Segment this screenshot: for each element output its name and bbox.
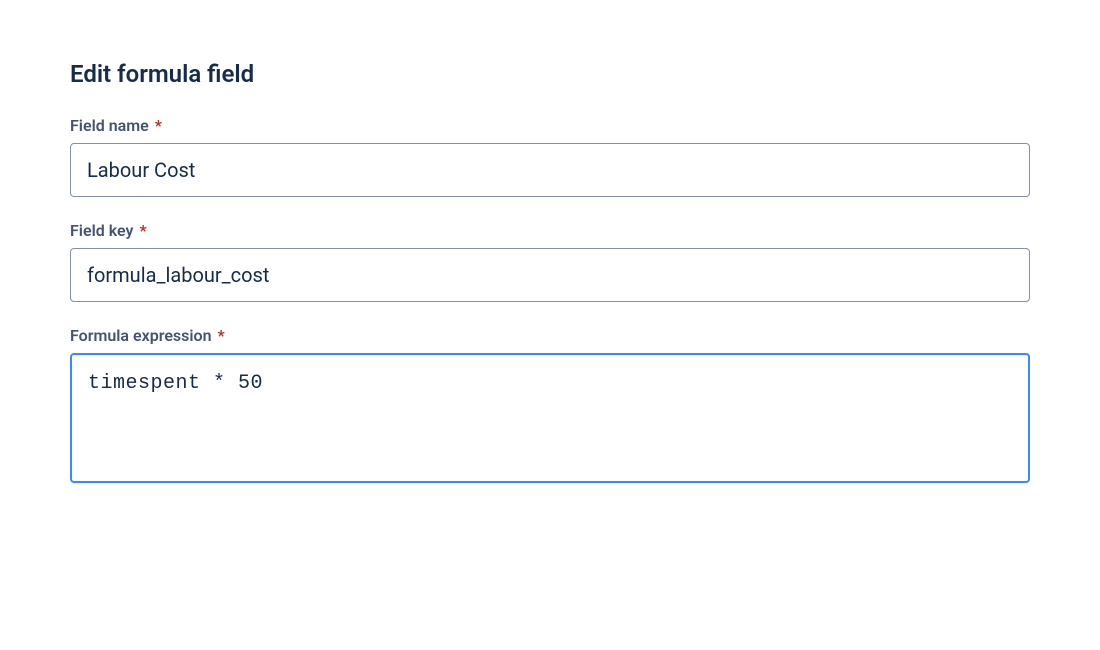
- required-asterisk: *: [218, 326, 225, 345]
- field-name-label: Field name *: [70, 116, 1030, 135]
- field-name-group: Field name *: [70, 116, 1030, 197]
- formula-expression-label-text: Formula expression: [70, 326, 212, 345]
- page-title: Edit formula field: [70, 60, 1030, 88]
- field-name-label-text: Field name: [70, 116, 149, 135]
- required-asterisk: *: [155, 116, 162, 135]
- field-key-input[interactable]: [70, 248, 1030, 302]
- field-key-group: Field key *: [70, 221, 1030, 302]
- field-name-input[interactable]: [70, 143, 1030, 197]
- formula-expression-group: Formula expression * timespent * 50: [70, 326, 1030, 487]
- field-key-label-text: Field key: [70, 221, 133, 240]
- required-asterisk: *: [139, 221, 146, 240]
- formula-expression-input[interactable]: timespent * 50: [70, 353, 1030, 483]
- edit-formula-field-form: Edit formula field Field name * Field ke…: [70, 60, 1030, 487]
- field-key-label: Field key *: [70, 221, 1030, 240]
- formula-expression-label: Formula expression *: [70, 326, 1030, 345]
